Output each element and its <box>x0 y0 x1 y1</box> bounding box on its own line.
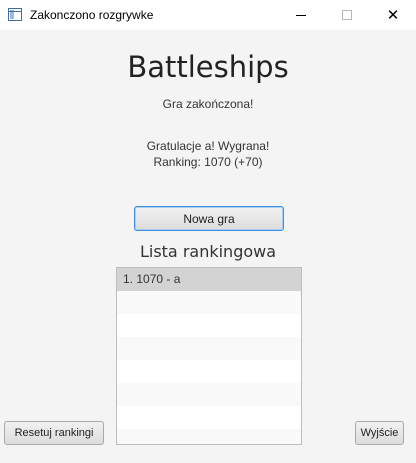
result-message: Gratulacje a! Wygrana! <box>146 139 270 153</box>
page-title: Battleships <box>127 50 289 84</box>
reset-rankings-button[interactable]: Resetuj rankingi <box>4 421 104 445</box>
ranking-result: Ranking: 1070 (+70) <box>153 155 263 169</box>
list-item-empty[interactable] <box>117 314 301 337</box>
ranking-list[interactable]: 1. 1070 - a <box>116 267 302 445</box>
list-item-empty[interactable] <box>117 406 301 429</box>
minimize-button[interactable] <box>278 0 324 30</box>
maximize-icon <box>342 10 352 20</box>
minimize-icon <box>296 14 306 16</box>
close-button[interactable]: ✕ <box>370 0 416 30</box>
maximize-button[interactable] <box>324 0 370 30</box>
list-item-empty[interactable] <box>117 337 301 360</box>
ranking-list-heading: Lista rankingowa <box>139 242 277 261</box>
list-item[interactable]: 1. 1070 - a <box>117 268 301 291</box>
app-window-icon <box>8 8 22 21</box>
list-item-empty[interactable] <box>117 291 301 314</box>
exit-button[interactable]: Wyjście <box>355 421 404 445</box>
window-title: Zakonczono rozgrywke <box>30 8 154 22</box>
title-bar: Zakonczono rozgrywke ✕ <box>0 0 416 30</box>
list-item-empty[interactable] <box>117 429 301 444</box>
list-item-empty[interactable] <box>117 383 301 406</box>
close-icon: ✕ <box>386 6 400 24</box>
list-item-empty[interactable] <box>117 360 301 383</box>
game-status-text: Gra zakończona! <box>162 97 254 111</box>
new-game-button[interactable]: Nowa gra <box>134 206 284 231</box>
